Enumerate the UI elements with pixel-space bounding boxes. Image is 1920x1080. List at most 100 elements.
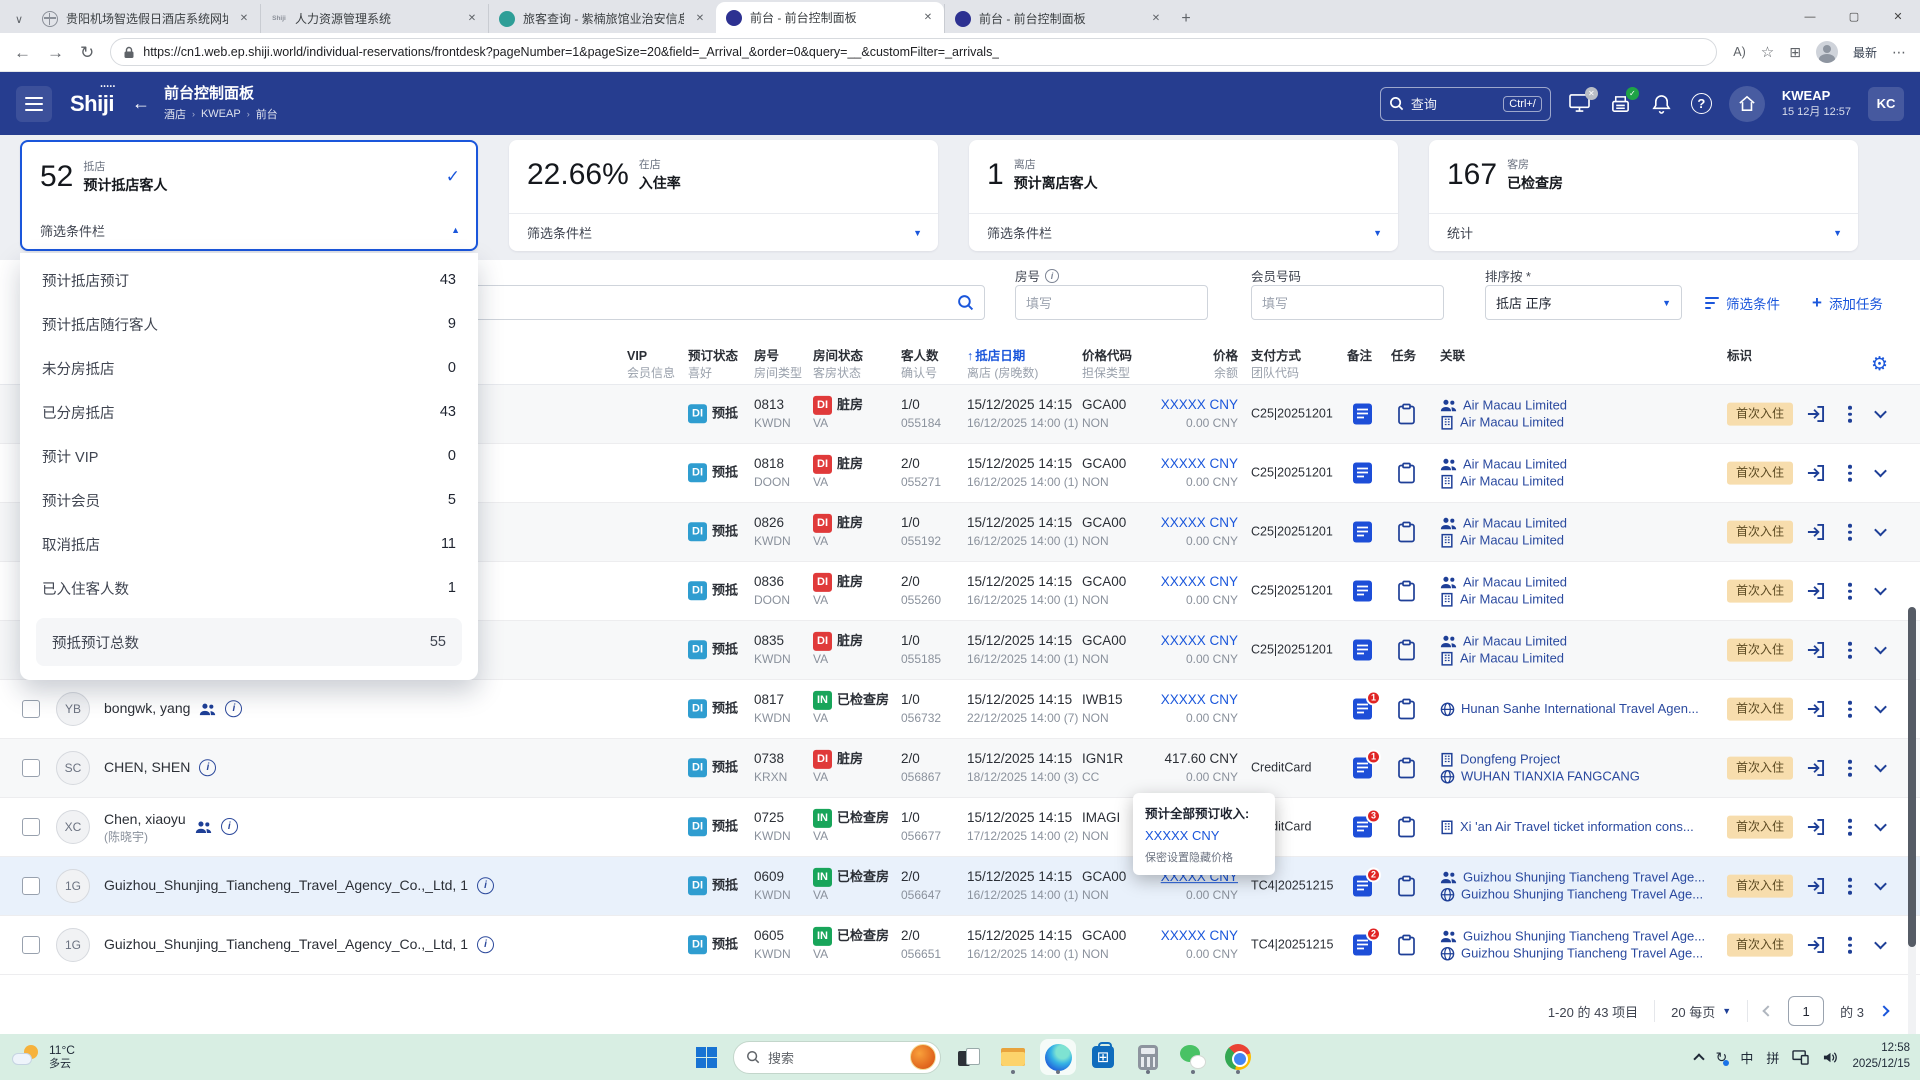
expand-row-icon[interactable] [1876,825,1885,830]
notes-icon[interactable]: 3 [1352,816,1373,839]
stat-card-departures[interactable]: 1 离店 预计离店客人 筛选条件栏▼ [969,140,1398,251]
guest-info-icon[interactable]: i [225,701,242,718]
browser-tab[interactable]: 贵阳机场智选假日酒店系统网址导 ✕ [32,4,260,33]
more-actions-icon[interactable] [1848,465,1852,482]
accompanying-guests-icon[interactable] [195,820,212,834]
linked-profile-people[interactable]: Air Macau Limited [1440,456,1722,472]
column-header[interactable]: ↑预订状态 喜好 [688,348,738,381]
edge-browser-button[interactable] [1040,1039,1076,1075]
file-explorer-button[interactable] [995,1039,1031,1075]
price-value[interactable]: 417.60 CNY [1120,750,1238,769]
linked-profile-people[interactable]: Guizhou Shunjing Tiancheng Travel Age... [1440,928,1722,944]
task-view-button[interactable] [950,1039,986,1075]
tasks-icon[interactable] [1398,463,1415,484]
window-minimize-button[interactable]: — [1788,0,1832,33]
check-in-icon[interactable] [1806,700,1825,718]
price-value[interactable]: XXXXX CNY [1120,455,1238,474]
sort-by-select[interactable]: 抵店 正序▼ [1485,285,1682,320]
tasks-icon[interactable] [1398,699,1415,720]
column-header[interactable]: ↑价格 余额 [1140,348,1238,381]
expand-row-icon[interactable] [1876,648,1885,653]
reload-icon[interactable]: ↻ [80,44,94,61]
tasks-icon[interactable] [1398,404,1415,425]
scrollbar-thumb[interactable] [1908,607,1916,947]
linked-profile-people[interactable]: Air Macau Limited [1440,515,1722,531]
arrivals-stat-item[interactable]: 预计会员 5 [20,478,478,522]
linked-profile-building[interactable]: Air Macau Limited [1440,592,1722,608]
taskbar-search-input[interactable]: 搜索 [733,1041,941,1074]
back-arrow-icon[interactable]: ← [132,93,150,114]
column-header[interactable]: ↑客人数 确认号 [901,348,939,381]
property-info[interactable]: KWEAP 15 12月 12:57 [1782,88,1851,119]
column-header[interactable]: ↑备注 [1347,348,1372,365]
current-page-input[interactable]: 1 [1788,996,1824,1026]
notes-icon[interactable] [1352,403,1373,426]
arrivals-stat-item[interactable]: 已分房抵店 43 [20,390,478,434]
price-value[interactable]: XXXXX CNY [1120,573,1238,592]
tab-close-icon[interactable]: ✕ [1148,11,1164,27]
window-close-button[interactable]: ✕ [1876,0,1920,33]
occupancy-filter-toggle[interactable]: 筛选条件栏▼ [509,213,938,251]
expand-row-icon[interactable] [1876,766,1885,771]
expand-row-icon[interactable] [1876,943,1885,948]
expand-row-icon[interactable] [1876,471,1885,476]
ime-chinese-indicator[interactable]: 中 [1740,1048,1753,1067]
browser-update-label[interactable]: 最新 [1853,44,1877,61]
arrivals-stat-item[interactable]: 预计抵店随行客人 9 [20,302,478,346]
arrivals-stat-item[interactable]: 预计抵店预订 43 [20,258,478,302]
linked-profile-people[interactable]: Air Macau Limited [1440,633,1722,649]
column-header[interactable]: ↑抵店日期 离店 (房晚数) [967,348,1038,381]
previous-page-icon[interactable] [1762,1005,1773,1016]
column-header[interactable]: ↑价格代码 担保类型 [1082,348,1132,381]
expand-row-icon[interactable] [1876,412,1885,417]
check-in-icon[interactable] [1806,936,1825,954]
price-value[interactable]: XXXXX CNY [1120,514,1238,533]
info-icon[interactable]: i [1045,269,1059,283]
guest-name[interactable]: bongwk, yang [104,700,190,716]
reservation-row[interactable]: 1G Guizhou_Shunjing_Tiancheng_Travel_Age… [0,857,1920,916]
expand-row-icon[interactable] [1876,884,1885,889]
guest-name[interactable]: Chen, xiaoyu [104,811,186,827]
reservation-row[interactable]: 1G Guizhou_Shunjing_Tiancheng_Travel_Age… [0,916,1920,975]
cast-screen-icon[interactable] [1792,1050,1809,1065]
start-button[interactable] [688,1039,724,1075]
linked-profile-people[interactable]: Guizhou Shunjing Tiancheng Travel Age... [1440,869,1722,885]
linked-profile-building[interactable]: Air Macau Limited [1440,415,1722,431]
more-actions-icon[interactable] [1848,878,1852,895]
reservation-row[interactable]: YB bongwk, yang i DI预抵 0817KWDN IN已检查房VA… [0,680,1920,739]
hamburger-menu-icon[interactable] [16,86,52,122]
expand-row-icon[interactable] [1876,589,1885,594]
stat-card-rooms[interactable]: 167 客房 已检查房 统计▼ [1429,140,1858,251]
guest-info-icon[interactable]: i [477,878,494,895]
collections-icon[interactable]: ⊞ [1789,44,1801,61]
notifications-bell-icon[interactable] [1650,92,1674,116]
price-value[interactable]: XXXXX CNY [1120,632,1238,651]
check-in-icon[interactable] [1806,464,1825,482]
check-in-icon[interactable] [1806,523,1825,541]
more-actions-icon[interactable] [1848,937,1852,954]
back-icon[interactable]: ← [14,44,31,61]
window-maximize-button[interactable]: ▢ [1832,0,1876,33]
tasks-icon[interactable] [1398,640,1415,661]
tab-close-icon[interactable]: ✕ [692,11,708,27]
row-checkbox[interactable] [22,818,40,836]
linked-profile-globe[interactable]: WUHAN TIANXIA FANGCANG [1440,769,1722,785]
member-number-input[interactable]: 填写 [1251,285,1444,320]
add-task-button[interactable]: + 添加任务 [1812,285,1883,320]
price-value[interactable]: XXXXX CNY [1120,691,1238,710]
guest-info-icon[interactable]: i [477,937,494,954]
notes-icon[interactable] [1352,462,1373,485]
taskbar-clock[interactable]: 12:58 2025/12/15 [1852,1041,1910,1072]
check-in-icon[interactable] [1806,759,1825,777]
tasks-icon[interactable] [1398,522,1415,543]
more-actions-icon[interactable] [1848,819,1852,836]
ime-pinyin-indicator[interactable]: 拼 [1766,1048,1779,1067]
browser-tab[interactable]: 前台 - 前台控制面板 ✕ [944,4,1172,33]
room-number-input[interactable]: 填写 [1015,285,1208,320]
read-aloud-icon[interactable]: A) [1733,45,1746,59]
tray-overflow-icon[interactable] [1693,1053,1704,1064]
notes-icon[interactable] [1352,521,1373,544]
tasks-icon[interactable] [1398,935,1415,956]
linked-profile-people[interactable]: Air Macau Limited [1440,574,1722,590]
new-tab-button[interactable]: + [1172,5,1200,33]
